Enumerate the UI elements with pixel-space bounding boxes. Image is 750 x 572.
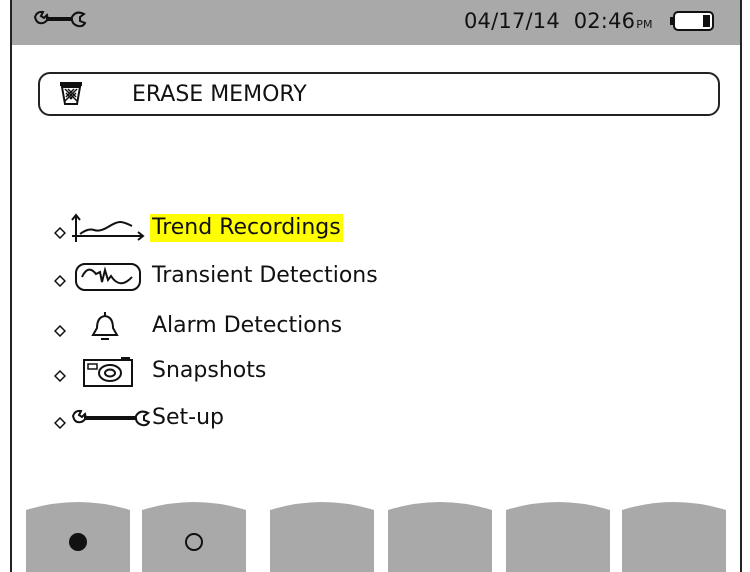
bell-icon [90, 310, 124, 348]
option-bullet-icon [53, 414, 67, 433]
option-bullet-icon [53, 224, 67, 243]
menu-item-snapshots[interactable]: Snapshots [53, 355, 474, 389]
menu-item-trend-recordings[interactable]: Trend Recordings [53, 212, 474, 246]
menu-item-set-up[interactable]: Set-up [53, 402, 474, 436]
camera-icon [82, 355, 136, 393]
date-text: 04/17/14 [464, 9, 560, 33]
date-time-readout: 04/17/14 02:46PM [464, 9, 653, 33]
softkey-2[interactable] [142, 500, 246, 572]
menu-item-label: Alarm Detections [152, 313, 343, 338]
softkey-4[interactable] [388, 500, 492, 572]
option-bullet-icon [53, 322, 67, 341]
battery-icon [669, 10, 715, 36]
option-bullet-icon [53, 367, 67, 386]
softkey-bar [12, 500, 740, 572]
softkey-5[interactable] [506, 500, 610, 572]
trend-chart-icon [70, 212, 148, 250]
option-bullet-icon [53, 272, 67, 291]
screen-border-left [10, 0, 12, 572]
menu-item-alarm-detections[interactable]: Alarm Detections [53, 310, 474, 344]
filled-circle-icon [69, 533, 87, 551]
menu-item-label: Set-up [152, 405, 224, 430]
screen-border-right [740, 0, 742, 572]
page-title-box: ERASE MEMORY [38, 72, 720, 116]
menu-item-label: Snapshots [152, 358, 267, 383]
softkey-6[interactable] [622, 500, 726, 572]
menu-item-label: Transient Detections [152, 263, 378, 288]
transient-waveform-icon [74, 260, 144, 298]
page-title: ERASE MEMORY [132, 82, 307, 107]
menu-item-label: Trend Recordings [150, 214, 343, 242]
wrench-icon [32, 8, 88, 36]
status-bar: 04/17/14 02:46PM [12, 0, 740, 45]
trash-bin-icon [58, 80, 84, 110]
menu-item-transient-detections[interactable]: Transient Detections [53, 260, 474, 294]
time-text: 02:46 [573, 9, 636, 33]
ampm-text: PM [636, 18, 653, 31]
softkey-3[interactable] [270, 500, 374, 572]
softkey-1[interactable] [26, 500, 130, 572]
wrench-icon [70, 402, 151, 440]
